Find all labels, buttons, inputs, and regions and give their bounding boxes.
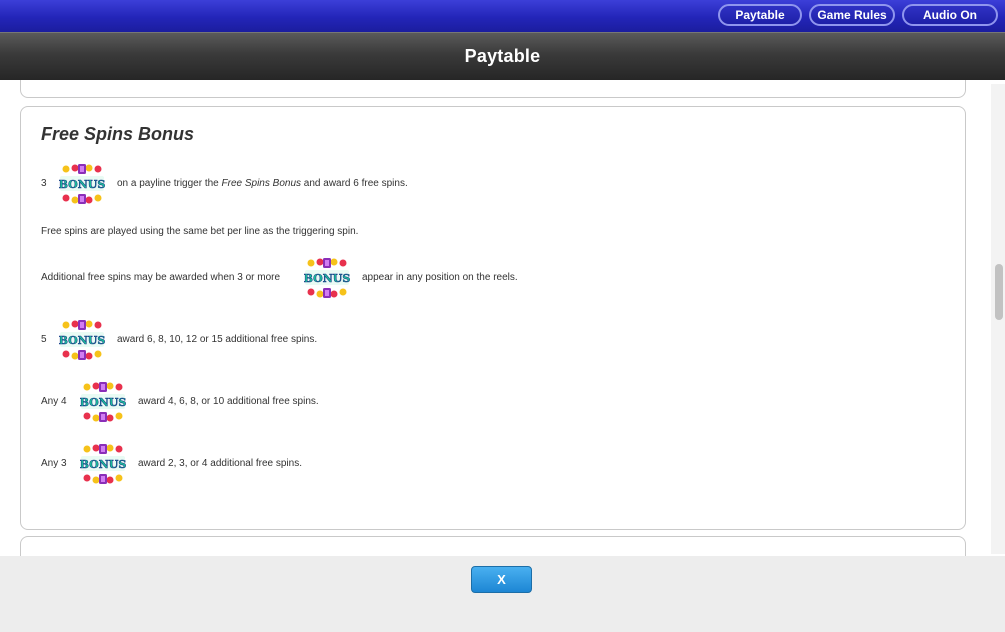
trigger-count: 3: [41, 178, 47, 189]
bonus-symbol-icon: [80, 443, 126, 485]
free-spins-section-card: Free Spins Bonus 3 on a payline trigger …: [20, 106, 966, 530]
top-nav-bar: Paytable Game Rules Audio On: [0, 0, 1005, 32]
award-row-3-count: Any 3: [41, 458, 67, 469]
retrigger-text-pre: Additional free spins may be awarded whe…: [41, 272, 281, 283]
bonus-symbol-icon: [304, 257, 350, 299]
retrigger-text-post: appear in any position on the reels.: [362, 272, 518, 283]
award-row-3-text: award 2, 3, or 4 additional free spins.: [138, 458, 302, 469]
award-row-4-text: award 4, 6, 8, or 10 additional free spi…: [138, 396, 319, 407]
game-rules-button[interactable]: Game Rules: [809, 4, 895, 26]
paytable-scroll-area[interactable]: Free Spins Bonus 3 on a payline trigger …: [0, 80, 1005, 556]
bonus-symbol-icon: [59, 319, 105, 361]
close-button[interactable]: X: [471, 566, 532, 593]
award-row-4-count: Any 4: [41, 396, 67, 407]
previous-section-card: [20, 80, 966, 98]
audio-toggle-button[interactable]: Audio On: [902, 4, 998, 26]
award-row-5-text: award 6, 8, 10, 12 or 15 additional free…: [117, 334, 318, 345]
page-title: Paytable: [464, 46, 541, 66]
paytable-button[interactable]: Paytable: [718, 4, 802, 26]
bonus-symbol-icon: [59, 163, 105, 205]
scrollbar-thumb[interactable]: [995, 264, 1003, 320]
trigger-text: on a payline trigger the Free Spins Bonu…: [117, 178, 408, 189]
bet-info-text: Free spins are played using the same bet…: [41, 226, 359, 237]
next-section-card: [20, 536, 966, 556]
section-title: Free Spins Bonus: [41, 124, 195, 144]
award-row-5-count: 5: [41, 334, 47, 345]
title-bar: Paytable: [0, 32, 1005, 80]
bonus-symbol-icon: [80, 381, 126, 423]
